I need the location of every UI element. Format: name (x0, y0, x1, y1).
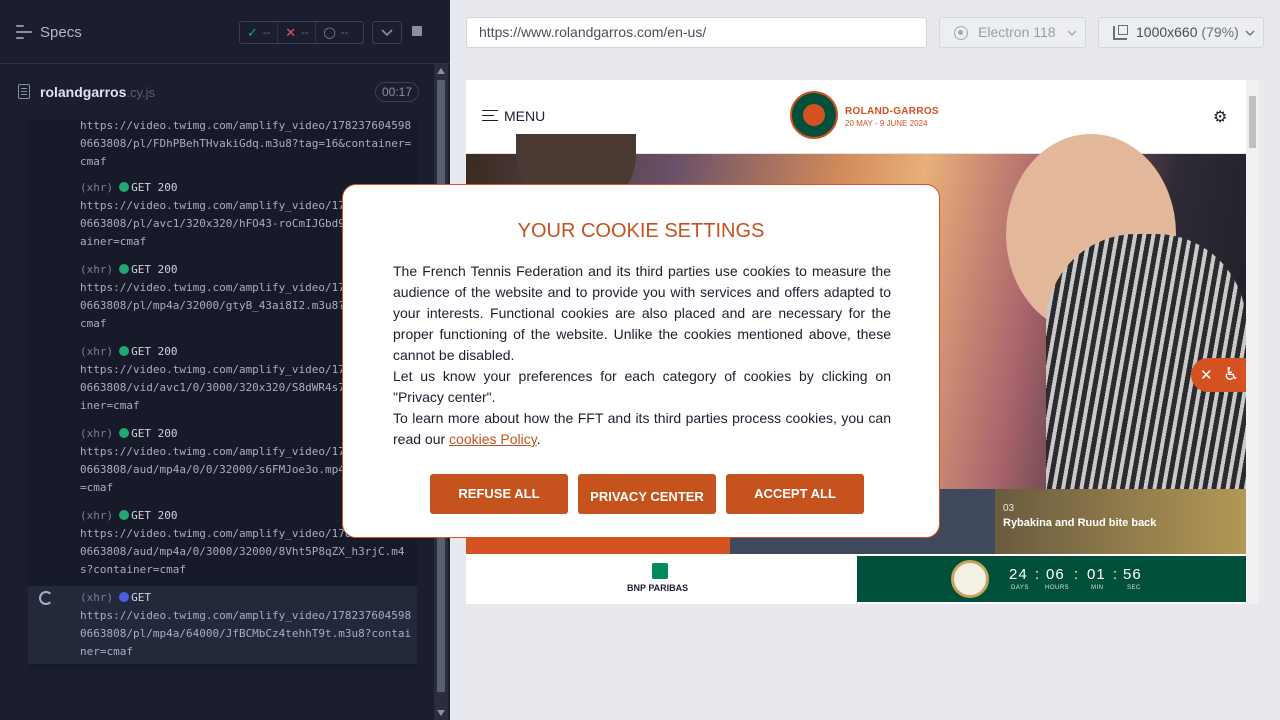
specs-label[interactable]: Specs (40, 24, 82, 41)
chevron-down-icon (1067, 30, 1077, 36)
test-stats: ✓ -- ✕ -- ◯ -- (239, 21, 364, 44)
log-entry-pending[interactable]: (xhr) GET https://video.twimg.com/amplify… (28, 586, 417, 664)
aut-scrollbar[interactable] (1246, 80, 1259, 604)
hamburger-icon (482, 109, 498, 123)
spec-duration: 00:17 (375, 82, 420, 102)
news-card[interactable]: 03 Rybakina and Ruud bite back (995, 489, 1246, 554)
status-dot-icon (119, 510, 130, 520)
status-dot-icon (119, 592, 130, 602)
specs-menu-icon[interactable] (16, 25, 32, 39)
aut-scroll-thumb[interactable] (1249, 96, 1256, 148)
privacy-center-button[interactable]: PRIVACY CENTER (578, 474, 716, 514)
stop-icon[interactable] (412, 26, 422, 36)
status-dot-icon (119, 182, 130, 192)
countdown-timer: 24 : 06 : 01 : 56 DAYS HOURS MIN SEC (857, 556, 1246, 602)
chevron-down-icon (1245, 30, 1255, 36)
pending-stat: ◯ -- (315, 22, 355, 43)
scroll-down-icon[interactable] (437, 710, 445, 716)
close-icon[interactable]: ✕ (1200, 366, 1213, 384)
viewport-icon (1113, 25, 1128, 40)
spec-file-row[interactable]: rolandgarros.cy.js 00:17 (0, 72, 432, 112)
accessibility-widget[interactable]: ✕ ♿ (1191, 358, 1247, 392)
sponsor-bar: BNP PARIBAS 24 : 06 : 01 : 56 DAYS HOURS… (466, 556, 1246, 604)
clock-icon (951, 560, 989, 598)
status-dot-icon (119, 346, 130, 356)
electron-icon (954, 26, 968, 40)
accessibility-icon[interactable]: ♿ (1223, 364, 1239, 385)
chevron-down-icon (381, 29, 393, 37)
refuse-all-button[interactable]: REFUSE ALL (430, 474, 568, 514)
accept-all-button[interactable]: ACCEPT ALL (726, 474, 864, 514)
log-entry[interactable]: https://video.twimg.com/amplify_video/17… (28, 120, 417, 171)
bnp-logo-icon (652, 563, 668, 579)
cookie-modal-title: YOUR COOKIE SETTINGS (517, 220, 765, 242)
scroll-up-icon[interactable] (437, 68, 445, 74)
site-menu-button[interactable]: MENU (482, 108, 545, 124)
failed-stat: ✕ -- (277, 22, 315, 43)
cookie-settings-modal: YOUR COOKIE SETTINGS The French Tennis F… (342, 184, 940, 538)
brand-dates: 20 MAY - 9 JUNE 2024 (845, 119, 928, 128)
cookies-policy-link[interactable]: cookies Policy (449, 431, 537, 447)
loading-spinner-icon (39, 591, 53, 605)
x-icon: ✕ (285, 24, 297, 40)
specs-header: Specs ✓ -- ✕ -- ◯ -- (0, 0, 450, 64)
collapse-all-button[interactable] (372, 21, 402, 44)
gear-icon[interactable]: ⚙ (1213, 107, 1227, 127)
status-dot-icon (119, 264, 130, 274)
aut-url-bar[interactable]: https://www.rolandgarros.com/en-us/ (466, 17, 927, 48)
viewport-selector[interactable]: 1000x660 (79%) (1098, 17, 1264, 48)
passed-stat: ✓ -- (247, 24, 271, 40)
sponsor-name: BNP PARIBAS (627, 583, 689, 593)
circle-icon: ◯ (323, 27, 336, 39)
check-icon: ✓ (247, 24, 258, 40)
document-icon (18, 84, 30, 99)
cookie-modal-body: The French Tennis Federation and its thi… (393, 263, 891, 447)
browser-selector[interactable]: Electron 118 (939, 17, 1086, 48)
roland-garros-logo[interactable] (790, 91, 838, 139)
status-dot-icon (119, 428, 130, 438)
brand-name: ROLAND-GARROS (845, 106, 939, 117)
spec-file-name: rolandgarros.cy.js (40, 84, 156, 100)
